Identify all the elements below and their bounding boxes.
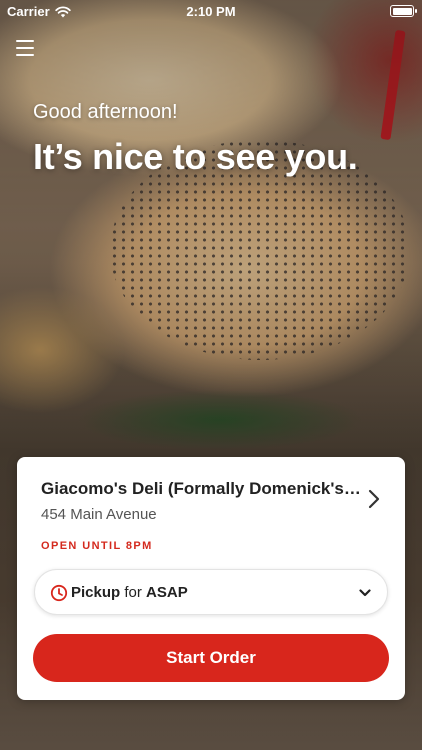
store-address: 454 Main Avenue: [41, 506, 157, 523]
store-name: Giacomo's Deli (Formally Domenick's D...: [41, 479, 361, 498]
menu-line: [16, 47, 34, 49]
order-mode-selector[interactable]: Pickup for ASAP: [34, 569, 388, 615]
menu-line: [16, 40, 34, 42]
order-mode-text: Pickup for ASAP: [71, 584, 188, 601]
chevron-down-icon: [359, 589, 371, 597]
chevron-right-icon: [368, 489, 380, 509]
status-bar: Carrier 2:10 PM: [0, 0, 422, 22]
order-time-label: ASAP: [146, 584, 188, 601]
battery-icon: [390, 5, 417, 17]
start-order-button[interactable]: Start Order: [33, 634, 389, 682]
battery-fill: [392, 7, 412, 15]
hamburger-menu-icon[interactable]: [16, 40, 34, 56]
clock-icon: [50, 584, 68, 602]
order-mode-connector: for: [124, 584, 142, 601]
hours-status: OPEN UNTIL 8PM: [41, 540, 153, 552]
menu-line: [16, 54, 34, 56]
status-time: 2:10 PM: [186, 4, 236, 19]
store-selector[interactable]: Giacomo's Deli (Formally Domenick's D...…: [41, 479, 385, 527]
greeting-text: Good afternoon!: [33, 101, 178, 123]
store-card: Giacomo's Deli (Formally Domenick's D...…: [17, 457, 405, 700]
headline-text: It’s nice to see you.: [33, 136, 358, 177]
order-mode-label: Pickup: [71, 584, 121, 601]
